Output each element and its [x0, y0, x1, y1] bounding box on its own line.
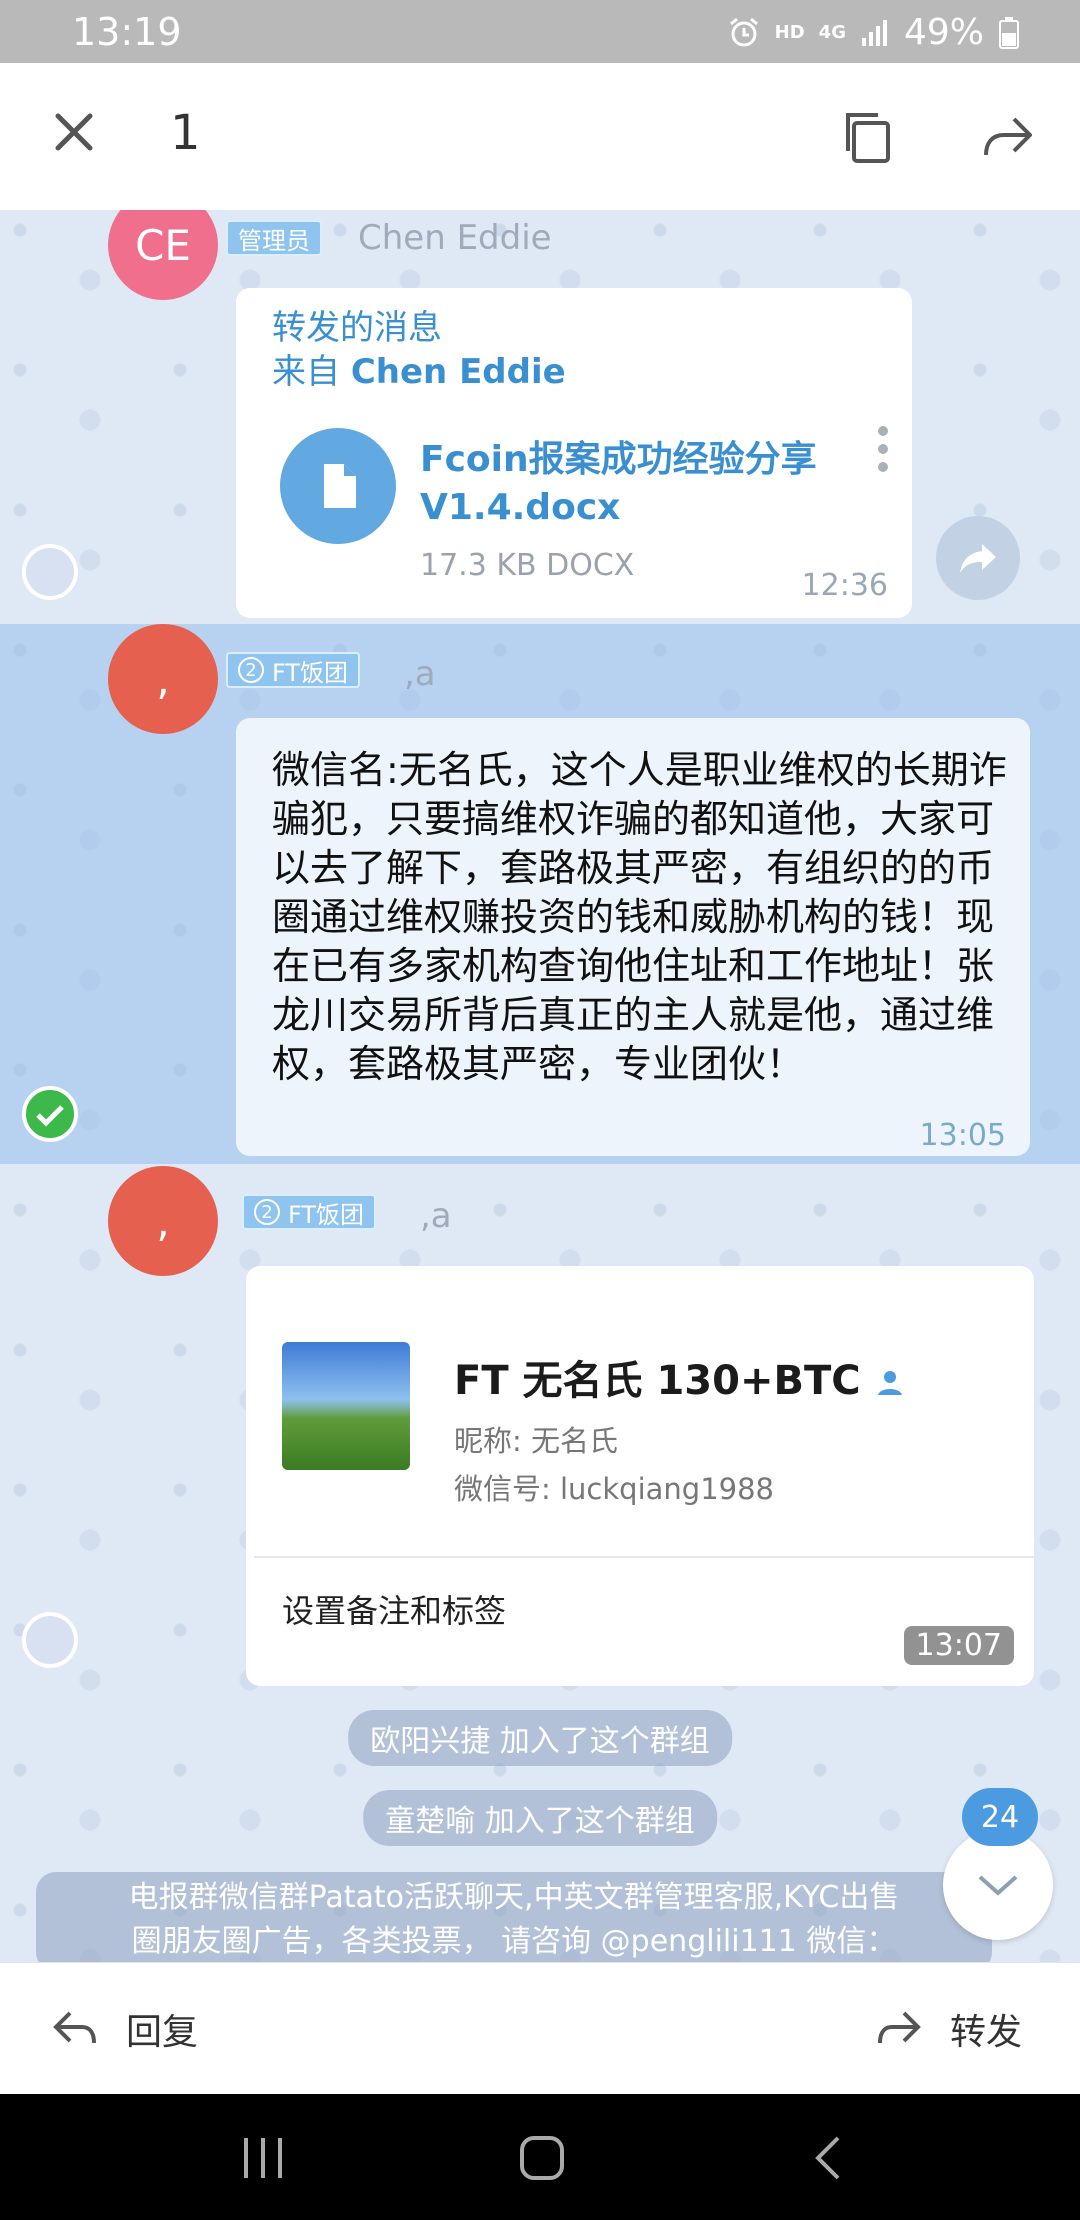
network-indicator: 4G: [818, 22, 846, 43]
message-bubble[interactable]: 微信名:无名氏，这个人是职业维权的长期诈骗犯，只要搞维权诈骗的都知道他，大家可以…: [236, 718, 1030, 1156]
copy-icon[interactable]: [840, 109, 896, 165]
service-message: 欧阳兴捷 加入了这个群组: [348, 1710, 732, 1766]
file-name[interactable]: Fcoin报案成功经验分享 V1.4.docx: [420, 436, 860, 532]
badge-number: 2: [254, 1199, 280, 1225]
avatar[interactable]: CE: [108, 210, 218, 300]
group-title-badge: 2 FT饭团: [242, 1194, 377, 1230]
close-icon[interactable]: [50, 108, 98, 156]
badge-label: FT饭团: [272, 658, 349, 687]
avatar[interactable]: ,: [108, 1166, 218, 1276]
badge-label: FT饭团: [288, 1200, 365, 1229]
message-time: 12:36: [801, 568, 888, 603]
recents-icon[interactable]: [240, 2136, 286, 2180]
select-checkbox[interactable]: [22, 544, 78, 600]
contact-photo: [282, 1342, 410, 1470]
contact-wechat-id: 微信号: luckqiang1988: [454, 1472, 774, 1506]
reply-icon: [53, 2011, 96, 2044]
badge-label: 管理员: [238, 226, 310, 255]
share-icon: [960, 544, 996, 573]
service-message: 童楚喻 加入了这个群组: [363, 1790, 717, 1846]
avatar[interactable]: ,: [108, 624, 218, 734]
file-icon[interactable]: [280, 428, 396, 544]
chat-area[interactable]: CE 管理员 Chen Eddie 转发的消息 来自 Chen Eddie Fc…: [0, 210, 1080, 1962]
forward-icon[interactable]: [980, 113, 1036, 161]
alarm-icon: [729, 17, 758, 46]
back-icon[interactable]: [810, 2134, 846, 2182]
bottom-action-bar: 回复 转发: [0, 1962, 1080, 2094]
scroll-down-button[interactable]: [943, 1830, 1053, 1940]
checkmark-icon: [36, 1105, 64, 1127]
file-size: 17.3 KB DOCX: [420, 548, 635, 583]
status-icons: HD 4G 49%: [727, 12, 1020, 53]
forward-icon: [878, 2011, 921, 2044]
forward-label: 转发的消息: [272, 308, 442, 348]
battery-percent: 49%: [903, 12, 984, 53]
card-note-label: 设置备注和标签: [282, 1592, 507, 1630]
selected-count: 1: [170, 105, 201, 161]
reply-label: 回复: [126, 2012, 199, 2053]
message-bubble[interactable]: 转发的消息 来自 Chen Eddie Fcoin报案成功经验分享 V1.4.d…: [236, 288, 912, 618]
selection-toolbar: 1: [0, 63, 1080, 210]
signal-icon: [861, 19, 887, 46]
forward-from-name[interactable]: Chen Eddie: [351, 352, 566, 392]
status-time: 13:19: [72, 10, 182, 54]
message-time: 13:05: [919, 1118, 1006, 1153]
chevron-down-icon: [978, 1875, 1018, 1896]
home-icon[interactable]: [518, 2134, 566, 2182]
forward-label: 转发: [950, 2012, 1023, 2053]
sender-name[interactable]: Chen Eddie: [358, 218, 552, 258]
contact-title: FT 无名氏 130+BTC: [454, 1348, 905, 1406]
group-title-badge: 2 FT饭团: [226, 652, 361, 688]
image-message[interactable]: FT 无名氏 130+BTC 昵称: 无名氏 微信号: luckqiang198…: [246, 1266, 1034, 1686]
person-icon: [877, 1371, 902, 1395]
unread-count-badge: 24: [962, 1788, 1038, 1846]
message-time: 13:07: [903, 1626, 1014, 1665]
battery-icon: [999, 16, 1019, 49]
select-checkbox[interactable]: [22, 1612, 78, 1668]
sender-name[interactable]: ,a: [420, 1196, 452, 1236]
hd-indicator: HD: [774, 22, 805, 43]
forward-from-label: 来自: [272, 352, 340, 392]
forward-button[interactable]: 转发: [874, 2003, 1022, 2055]
contact-nickname: 昵称: 无名氏: [454, 1424, 618, 1458]
divider: [254, 1556, 1034, 1558]
system-nav-bar: [0, 2094, 1080, 2220]
share-button[interactable]: [936, 516, 1020, 600]
service-message-ad: 电报群微信群Patato活跃聊天,中英文群管理客服,KYC出售 圈朋友圈广告，各…: [36, 1872, 992, 1962]
admin-badge: 管理员: [226, 220, 322, 256]
badge-number: 2: [238, 657, 264, 683]
status-bar: 13:19 HD 4G 49%: [0, 0, 1080, 63]
more-icon[interactable]: [878, 426, 890, 480]
reply-button[interactable]: 回复: [50, 2003, 198, 2055]
select-checkbox-checked[interactable]: [22, 1086, 78, 1142]
sender-name[interactable]: ,a: [404, 654, 436, 694]
forward-header: 转发的消息 来自 Chen Eddie: [272, 306, 566, 394]
message-text: 微信名:无名氏，这个人是职业维权的长期诈骗犯，只要搞维权诈骗的都知道他，大家可以…: [272, 748, 1007, 1086]
